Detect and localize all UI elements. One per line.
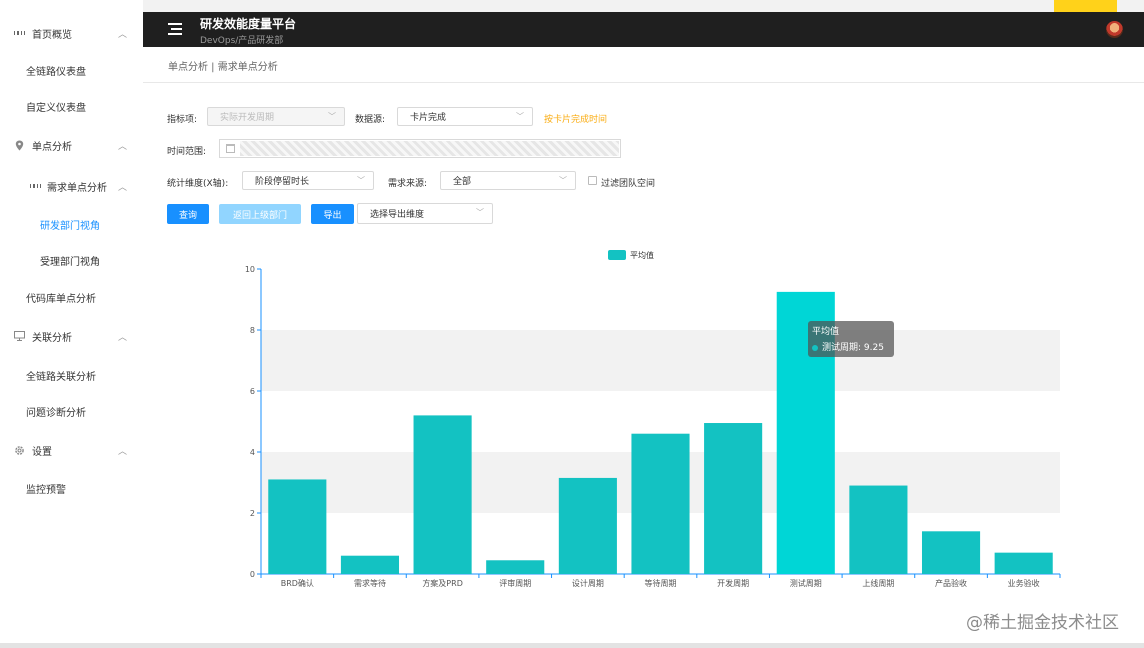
- bar: [413, 415, 472, 574]
- app-title: 研发效能度量平台: [200, 17, 297, 31]
- x-tick-label: 评审周期: [499, 578, 531, 588]
- monitor-icon: [14, 331, 25, 342]
- legend-swatch: [608, 250, 626, 260]
- sidebar-item-label: 全链路仪表盘: [26, 66, 86, 78]
- x-tick-label: 测试周期: [790, 578, 822, 588]
- chart-tooltip: 平均值 测试周期: 9.25: [808, 321, 894, 357]
- avatar[interactable]: [1106, 21, 1123, 38]
- tooltip-series-dot: [812, 344, 818, 351]
- x-tick-label: 需求等待: [354, 578, 386, 588]
- app-subtitle: DevOps/产品研发部: [200, 36, 284, 46]
- bar: [849, 485, 908, 574]
- x-tick-label: 产品验收: [935, 578, 967, 588]
- sidebar-group-settings[interactable]: 设置 ︿: [0, 441, 143, 459]
- sidebar-group-label: 需求单点分析: [47, 182, 107, 194]
- y-tick-label: 2: [250, 509, 255, 518]
- sidebar-item-label: 受理部门视角: [40, 256, 100, 268]
- chevron-up-icon: ︿: [117, 446, 127, 457]
- sidebar-item-monitor-alert[interactable]: 监控预警: [0, 479, 143, 497]
- x-tick-label: 等待周期: [645, 578, 677, 588]
- sidebar-item-label: 研发部门视角: [40, 220, 100, 232]
- x-tick-label: 业务验收: [1008, 578, 1040, 588]
- x-tick-label: 上线周期: [862, 578, 894, 588]
- bar: [486, 560, 545, 574]
- top-accent-tab: [1054, 0, 1117, 12]
- sidebar-group-demand-analysis[interactable]: 需求单点分析 ︿: [0, 177, 143, 195]
- sidebar-group-label: 关联分析: [32, 332, 72, 344]
- tooltip-text: 测试周期: 9.25: [822, 343, 884, 353]
- menu-toggle-icon[interactable]: [168, 23, 182, 35]
- sidebar-item-label: 代码库单点分析: [26, 293, 96, 305]
- sidebar-item-custom-dashboard[interactable]: 自定义仪表盘: [0, 97, 143, 115]
- bar-chart: 0 2 4 6 8 10 BRD确认 需求等待 方案及PRD 评审周期 设计周期 等待周期 开发周期 测试…: [245, 250, 1061, 588]
- bar: [558, 477, 617, 574]
- sidebar-group-label: 单点分析: [32, 141, 72, 153]
- sidebar-item-accept-dept-view[interactable]: 受理部门视角: [0, 251, 143, 269]
- tooltip-title: 平均值: [812, 327, 840, 337]
- watermark: @稀土掘金技术社区: [966, 613, 1119, 633]
- bar: [268, 479, 327, 574]
- y-tick-label: 4: [250, 448, 255, 457]
- sidebar-group-single-analysis[interactable]: 单点分析 ︿: [0, 136, 143, 154]
- bar: [631, 433, 690, 574]
- sidebar: 首页概览 ︿ 全链路仪表盘 自定义仪表盘 单点分析 ︿ 需求单点分析 ︿ 研发部…: [0, 0, 143, 648]
- sidebar-item-rd-dept-view[interactable]: 研发部门视角: [0, 215, 143, 233]
- grid-band: [261, 330, 1060, 391]
- breadcrumb-bar: 单点分析 | 需求单点分析: [143, 47, 1144, 83]
- sidebar-group-label: 首页概览: [32, 29, 72, 41]
- sidebar-group-correlation[interactable]: 关联分析 ︿: [0, 327, 143, 345]
- main-content: 指标项: 实际开发周期 ﹀ 数据源: 卡片完成 ﹀ 按卡片完成时间 时间范围: …: [143, 83, 1144, 643]
- sidebar-group-overview[interactable]: 首页概览 ︿: [0, 24, 143, 42]
- sidebar-item-repo-analysis[interactable]: 代码库单点分析: [0, 288, 143, 306]
- x-tick-label: 设计周期: [572, 578, 604, 588]
- sidebar-item-problem-diagnosis[interactable]: 问题诊断分析: [0, 402, 143, 420]
- y-tick-label: 0: [250, 570, 255, 579]
- chevron-up-icon: ︿: [117, 182, 127, 193]
- legend-label: 平均值: [630, 250, 654, 260]
- sidebar-item-label: 监控预警: [26, 484, 66, 496]
- top-header: 研发效能度量平台 DevOps/产品研发部: [143, 12, 1144, 47]
- bar: [704, 423, 763, 574]
- y-tick-label: 10: [245, 265, 255, 274]
- grid-icon: [30, 181, 41, 192]
- sidebar-item-full-correlation[interactable]: 全链路关联分析: [0, 366, 143, 384]
- grid-icon: [14, 28, 25, 39]
- breadcrumb: 单点分析 | 需求单点分析: [168, 62, 278, 73]
- sidebar-group-label: 设置: [32, 446, 52, 458]
- bar: [921, 531, 981, 574]
- sidebar-item-full-dashboard[interactable]: 全链路仪表盘: [0, 61, 143, 79]
- x-tick-label: 方案及PRD: [422, 578, 463, 588]
- bar: [340, 555, 400, 574]
- y-tick-label: 6: [250, 387, 255, 396]
- y-tick-label: 8: [250, 326, 255, 335]
- map-pin-icon: [14, 140, 25, 151]
- sidebar-item-label: 问题诊断分析: [26, 407, 86, 419]
- bottom-strip: [0, 643, 1144, 648]
- bar: [994, 552, 1053, 574]
- x-tick-label: 开发周期: [717, 578, 749, 588]
- sidebar-item-label: 自定义仪表盘: [26, 102, 86, 114]
- chevron-up-icon: ︿: [117, 141, 127, 152]
- chevron-up-icon: ︿: [117, 29, 127, 40]
- gear-icon: [14, 445, 25, 456]
- x-tick-label: BRD确认: [281, 578, 314, 588]
- sidebar-item-label: 全链路关联分析: [26, 371, 96, 383]
- chevron-up-icon: ︿: [117, 332, 127, 343]
